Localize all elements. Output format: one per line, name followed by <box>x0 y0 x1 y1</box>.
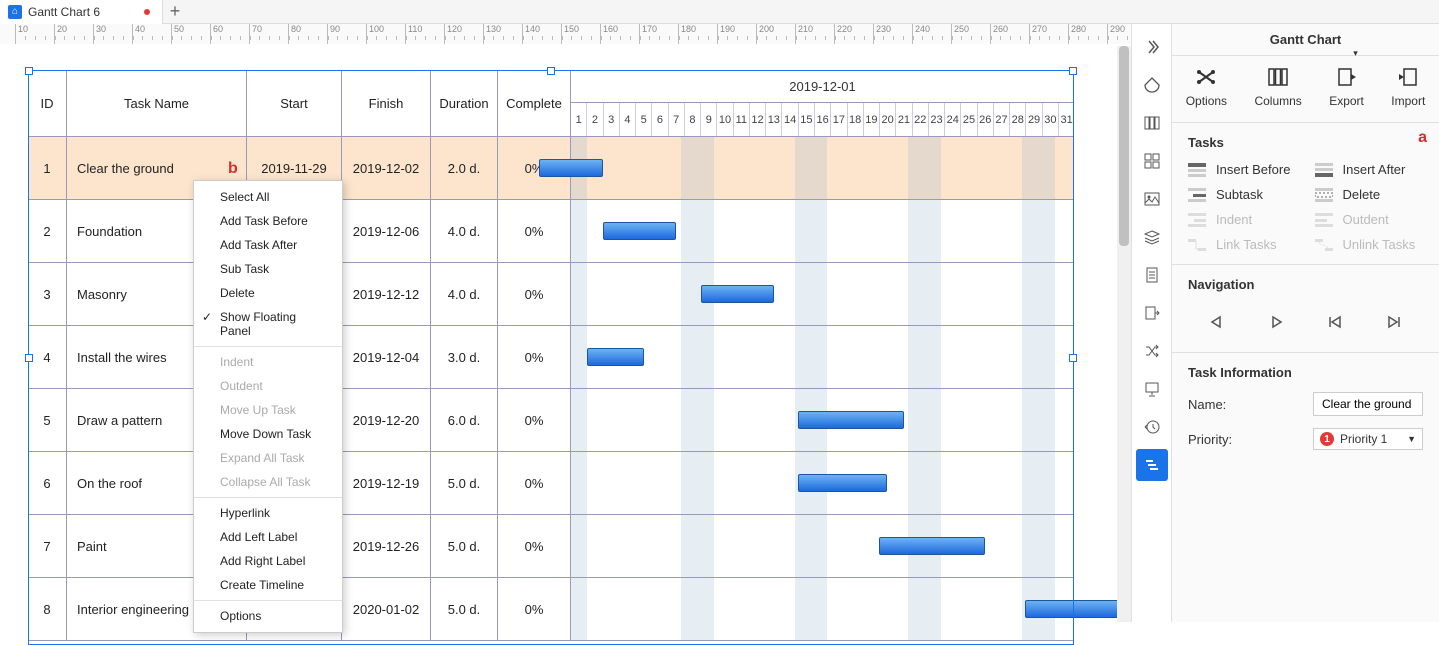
gantt-bar[interactable] <box>1025 600 1122 618</box>
add-tab-button[interactable]: + <box>163 0 187 24</box>
tasks-heading: Tasks <box>1188 135 1423 150</box>
grid-icon[interactable] <box>1136 145 1168 177</box>
header-name: Task Name <box>67 70 247 136</box>
menu-item: Collapse All Task <box>194 470 342 494</box>
gantt-row[interactable]: 7Paint2019-12-265.0 d.0% <box>28 515 1074 578</box>
gantt-chart[interactable]: ID Task Name Start Finish Duration Compl… <box>28 70 1074 645</box>
priority-badge: 1 <box>1320 432 1334 446</box>
export-icon[interactable] <box>1136 297 1168 329</box>
doc-icon: ⌂ <box>8 5 22 19</box>
gantt-row[interactable]: 4Install the wires2019-12-043.0 d.0% <box>28 326 1074 389</box>
export-button[interactable]: ▾ Export <box>1329 66 1364 108</box>
navigation-heading: Navigation <box>1188 277 1423 292</box>
menu-item[interactable]: Add Task Before <box>194 209 342 233</box>
header-complete: Complete <box>498 70 571 136</box>
history-icon[interactable] <box>1136 411 1168 443</box>
side-panel: Gantt Chart Options Columns ▾ Export Imp… <box>1171 24 1439 622</box>
header-start: Start <box>247 70 342 136</box>
context-menu: Select AllAdd Task BeforeAdd Task AfterS… <box>193 180 343 633</box>
menu-item: Move Up Task <box>194 398 342 422</box>
columns-button[interactable]: Columns <box>1254 66 1301 108</box>
nav-prev-button[interactable] <box>1203 308 1231 336</box>
nav-first-button[interactable] <box>1321 308 1349 336</box>
priority-select[interactable]: 1 Priority 1 ▼ <box>1313 428 1423 450</box>
gantt-bar[interactable] <box>539 159 604 177</box>
tab-bar: ⌂ Gantt Chart 6 + <box>0 0 1439 24</box>
gantt-row[interactable]: 2Foundation2019-12-064.0 d.0% <box>28 200 1074 263</box>
columns-icon[interactable] <box>1136 107 1168 139</box>
gantt-bar[interactable] <box>603 222 676 240</box>
menu-item[interactable]: Add Task After <box>194 233 342 257</box>
gantt-bar[interactable] <box>879 537 984 555</box>
header-id: ID <box>28 70 67 136</box>
menu-item[interactable]: Add Right Label <box>194 549 342 573</box>
gantt-row[interactable]: 3Masonry2019-12-124.0 d.0% <box>28 263 1074 326</box>
shuffle-icon[interactable] <box>1136 335 1168 367</box>
menu-item[interactable]: Select All <box>194 185 342 209</box>
scrollbar-thumb[interactable] <box>1119 46 1129 246</box>
name-label: Name: <box>1188 397 1226 412</box>
menu-item[interactable]: Delete <box>194 281 342 305</box>
menu-item[interactable]: Move Down Task <box>194 422 342 446</box>
gantt-row[interactable]: 1Clear the ground2019-11-292019-12-022.0… <box>28 137 1074 200</box>
task-info-heading: Task Information <box>1188 365 1423 380</box>
canvas-area: 1020304050607080901001101201301401501601… <box>0 24 1131 622</box>
menu-item[interactable]: Options <box>194 604 342 628</box>
nav-last-button[interactable] <box>1380 308 1408 336</box>
outdent-button: Outdent <box>1315 212 1424 227</box>
gantt-row[interactable]: 6On the roof2019-12-195.0 d.0% <box>28 452 1074 515</box>
options-button[interactable]: Options <box>1186 66 1227 108</box>
priority-label: Priority: <box>1188 432 1232 447</box>
insert-before-button[interactable]: Insert Before <box>1188 162 1297 177</box>
insert-after-button[interactable]: Insert After <box>1315 162 1424 177</box>
icon-rail <box>1131 24 1171 622</box>
annotation-a: a <box>1418 129 1427 147</box>
menu-item: Indent <box>194 350 342 374</box>
collapse-rail-button[interactable] <box>1136 31 1168 63</box>
unlink-tasks-button: Unlink Tasks <box>1315 237 1424 252</box>
tab-title: Gantt Chart 6 <box>28 5 100 19</box>
menu-item[interactable]: Sub Task <box>194 257 342 281</box>
menu-item[interactable]: Create Timeline <box>194 573 342 597</box>
menu-item[interactable]: Add Left Label <box>194 525 342 549</box>
menu-item: Expand All Task <box>194 446 342 470</box>
menu-item: Outdent <box>194 374 342 398</box>
gantt-panel-icon[interactable] <box>1136 449 1168 481</box>
annotation-b: b <box>228 160 238 178</box>
gantt-header: ID Task Name Start Finish Duration Compl… <box>28 70 1074 137</box>
gantt-bar[interactable] <box>798 411 903 429</box>
header-finish: Finish <box>342 70 431 136</box>
image-icon[interactable] <box>1136 183 1168 215</box>
gantt-body: 1Clear the ground2019-11-292019-12-022.0… <box>28 137 1074 641</box>
link-tasks-button: Link Tasks <box>1188 237 1297 252</box>
delete-button[interactable]: Delete <box>1315 187 1424 202</box>
menu-item[interactable]: Hyperlink <box>194 501 342 525</box>
header-month: 2019-12-01 <box>571 70 1074 103</box>
presentation-icon[interactable] <box>1136 373 1168 405</box>
gantt-row[interactable]: 8Interior engineering2020-01-025.0 d.0% <box>28 578 1074 641</box>
gantt-bar[interactable] <box>587 348 644 366</box>
panel-title: Gantt Chart <box>1172 24 1439 56</box>
nav-next-button[interactable] <box>1262 308 1290 336</box>
menu-item[interactable]: ✓Show Floating Panel <box>194 305 342 343</box>
horizontal-ruler: 1020304050607080901001101201301401501601… <box>0 24 1131 44</box>
vertical-scrollbar[interactable] <box>1117 46 1131 622</box>
gantt-bar[interactable] <box>798 474 887 492</box>
header-duration: Duration <box>431 70 498 136</box>
gantt-bar[interactable] <box>701 285 774 303</box>
theme-icon[interactable] <box>1136 69 1168 101</box>
header-days: 1234567891011121314151617181920212223242… <box>571 103 1074 136</box>
modified-dot-icon <box>144 9 150 15</box>
indent-button: Indent <box>1188 212 1297 227</box>
subtask-button[interactable]: Subtask <box>1188 187 1297 202</box>
layers-icon[interactable] <box>1136 221 1168 253</box>
gantt-row[interactable]: 5Draw a pattern2019-12-206.0 d.0% <box>28 389 1074 452</box>
name-input[interactable] <box>1313 392 1423 416</box>
import-button[interactable]: Import <box>1391 66 1425 108</box>
document-tab[interactable]: ⌂ Gantt Chart 6 <box>0 0 163 24</box>
page-icon[interactable] <box>1136 259 1168 291</box>
